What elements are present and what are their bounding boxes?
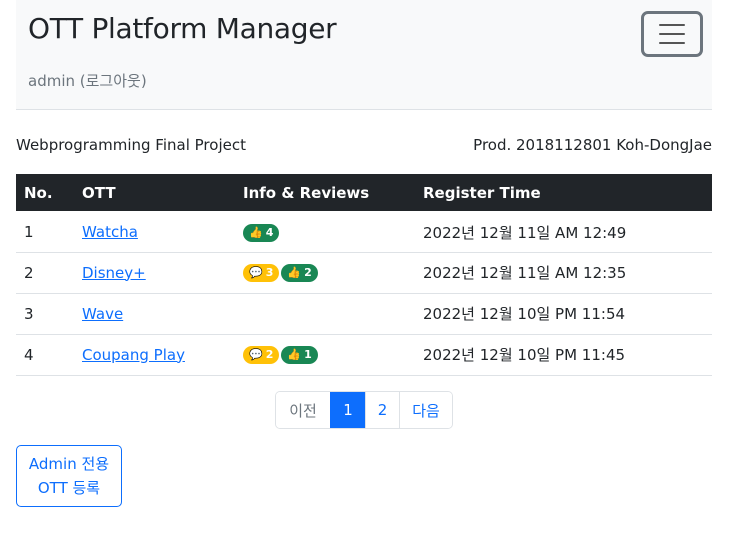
ott-link[interactable]: Coupang Play — [82, 346, 185, 364]
cell-no: 2 — [24, 263, 34, 282]
cell-no: 4 — [24, 345, 34, 364]
toggler-bar — [659, 33, 685, 35]
page-1[interactable]: 1 — [330, 392, 365, 428]
page-next[interactable]: 다음 — [399, 392, 452, 428]
ott-table: No. OTT Info & Reviews Register Time 1 Wa… — [16, 174, 712, 376]
cell-ott: Coupang Play — [74, 334, 235, 375]
header-no: No. — [24, 183, 53, 202]
author-credit: Prod. 2018112801 Koh-DongJae — [473, 136, 712, 154]
review-count-badge: 💬 2 — [243, 345, 280, 364]
table-row: 4 Coupang Play 💬 2 👍 1 2022년 12월 10일 PM 11:45 — [16, 334, 712, 375]
header-info-reviews: Info & Reviews — [243, 183, 370, 202]
table-row: 1 Watcha 👍 4 2022년 12월 11일 AM 12:49 — [16, 211, 712, 252]
cell-info-reviews: 💬 3 👍 2 — [235, 252, 415, 293]
cell-ott: Watcha — [74, 211, 235, 252]
like-count: 4 — [265, 226, 274, 239]
review-count: 3 — [265, 266, 274, 280]
cell-no: 3 — [24, 304, 34, 323]
like-count: 2 — [304, 266, 312, 280]
page-prev[interactable]: 이전 — [276, 392, 330, 428]
admin-button-line2: OTT 등록 — [37, 479, 101, 497]
cell-register-time: 2022년 12월 10일 PM 11:45 — [423, 346, 626, 364]
pagination: 이전 1 2 다음 — [275, 391, 453, 429]
cell-ott: Wave — [74, 293, 235, 334]
like-count-badge: 👍 4 — [243, 223, 280, 242]
hamburger-menu-icon[interactable] — [641, 11, 703, 57]
cell-register-time: 2022년 12월 10일 PM 11:54 — [423, 305, 626, 323]
review-count-badge: 💬 3 — [243, 263, 280, 282]
ott-link[interactable]: Watcha — [82, 223, 138, 241]
header-register-time: Register Time — [423, 183, 541, 202]
cell-info-reviews: 💬 2 👍 1 — [235, 334, 415, 375]
like-count-badge: 👍 2 — [281, 263, 318, 282]
project-title: Webprogramming Final Project — [16, 136, 246, 154]
toggler-bar — [659, 42, 685, 44]
speech-bubble-icon: 💬 — [249, 348, 263, 362]
ott-link[interactable]: Wave — [82, 305, 123, 323]
page-2[interactable]: 2 — [365, 392, 399, 428]
table-header-row: No. OTT Info & Reviews Register Time — [16, 174, 712, 211]
speech-bubble-icon: 💬 — [249, 266, 263, 280]
navbar: OTT Platform Manager admin (로그아웃) — [16, 0, 712, 110]
cell-info-reviews: 👍 4 — [235, 211, 415, 252]
like-count: 1 — [304, 348, 312, 362]
logout-link[interactable]: admin (로그아웃) — [28, 70, 147, 91]
review-count: 2 — [265, 348, 274, 362]
cell-register-time: 2022년 12월 11일 AM 12:49 — [423, 223, 627, 242]
admin-register-ott-button[interactable]: Admin 전용 OTT 등록 — [16, 445, 122, 507]
toggler-bar — [659, 24, 685, 26]
ott-link[interactable]: Disney+ — [82, 264, 146, 282]
header-ott: OTT — [82, 183, 116, 202]
admin-button-line1: Admin 전용 — [28, 455, 110, 473]
thumbs-up-icon: 👍 — [249, 226, 263, 239]
thumbs-up-icon: 👍 — [287, 348, 302, 362]
like-count-badge: 👍 1 — [281, 345, 318, 364]
thumbs-up-icon: 👍 — [287, 266, 302, 280]
cell-register-time: 2022년 12월 11일 AM 12:35 — [423, 264, 627, 282]
cell-ott: Disney+ — [74, 252, 235, 293]
cell-info-reviews — [235, 293, 415, 334]
cell-no: 1 — [24, 223, 34, 242]
brand-title[interactable]: OTT Platform Manager — [28, 12, 337, 45]
table-row: 2 Disney+ 💬 3 👍 2 2022년 12월 11일 AM 12:35 — [16, 252, 712, 293]
table-row: 3 Wave 2022년 12월 10일 PM 11:54 — [16, 293, 712, 334]
